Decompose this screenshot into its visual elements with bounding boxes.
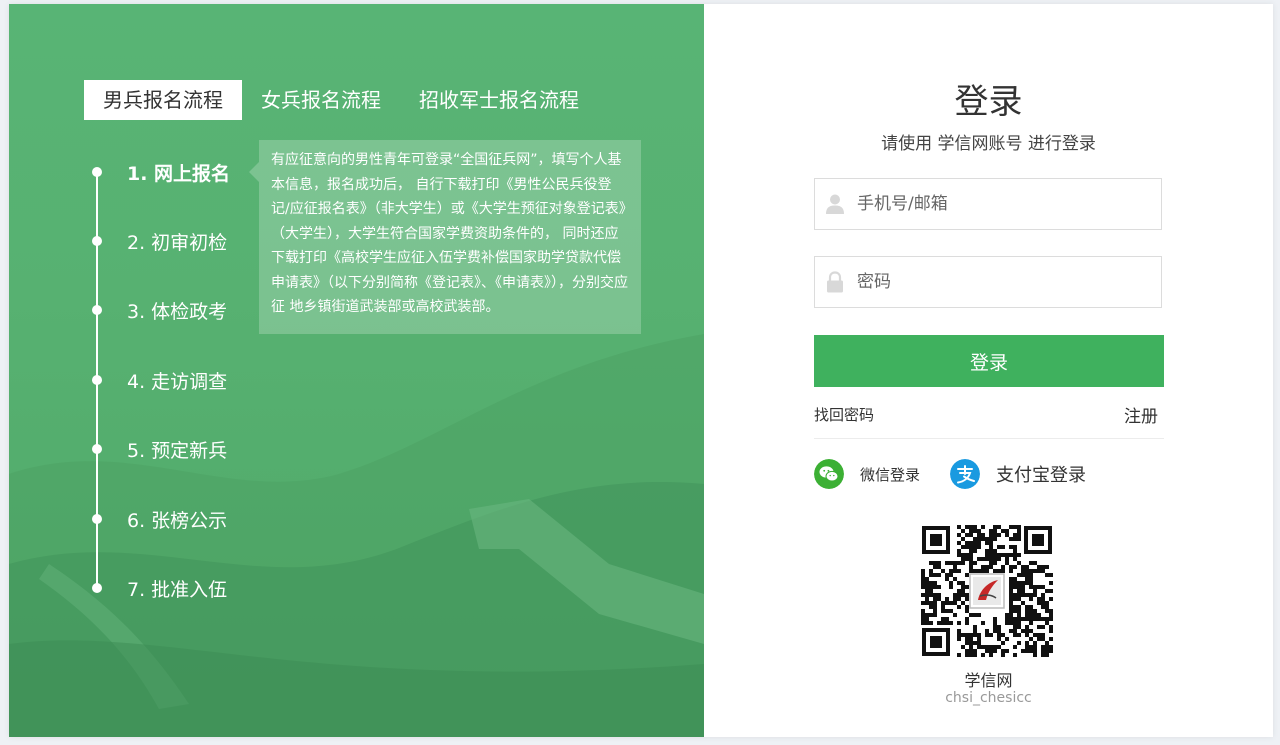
step-dot <box>92 444 102 454</box>
step-dot <box>92 514 102 524</box>
qr-account-name: 学信网 <box>964 671 1013 690</box>
step-label: 6. 张榜公示 <box>127 509 228 532</box>
login-subtitle: 请使用 学信网账号 进行登录 <box>881 134 1096 154</box>
wechat-login-button[interactable]: 微信登录 <box>814 459 920 489</box>
alipay-login-label: 支付宝登录 <box>996 465 1086 486</box>
step-label: 5. 预定新兵 <box>127 439 228 462</box>
qr-account-id: chsi_chesicc <box>945 690 1032 706</box>
step-description: 有应征意向的男性青年可登录“全国征兵网”，填写个人基本信息，报名成功后， 自行下… <box>249 140 641 334</box>
step-online-registration[interactable]: 1. 网上报名 <box>91 157 230 187</box>
alipay-icon <box>950 459 980 489</box>
step-dot <box>92 236 102 246</box>
wechat-login-label: 微信登录 <box>860 465 921 484</box>
username-input[interactable] <box>855 193 1149 215</box>
step-dot <box>92 167 102 177</box>
step-visit-investigation[interactable]: 4. 走访调查 <box>91 365 227 395</box>
password-input[interactable] <box>855 271 1149 293</box>
step-label: 4. 走访调查 <box>127 370 228 393</box>
step-public-notice[interactable]: 6. 张榜公示 <box>91 504 227 534</box>
enrollment-process-panel: 男兵报名流程 女兵报名流程 招收军士报名流程 1. 网上报名 2. 初审初检 3… <box>9 4 704 737</box>
divider <box>814 438 1164 439</box>
login-button[interactable]: 登录 <box>814 335 1164 387</box>
tab-sergeant-process[interactable]: 招收军士报名流程 <box>400 80 598 120</box>
register-link[interactable]: 注册 <box>1124 402 1158 427</box>
tab-female-process[interactable]: 女兵报名流程 <box>242 80 400 120</box>
user-icon <box>826 194 844 214</box>
tab-male-process[interactable]: 男兵报名流程 <box>84 80 242 120</box>
lock-icon <box>827 271 843 293</box>
login-card: 男兵报名流程 女兵报名流程 招收军士报名流程 1. 网上报名 2. 初审初检 3… <box>9 4 1273 737</box>
step-label: 7. 批准入伍 <box>127 578 228 601</box>
login-title: 登录 <box>954 82 1023 122</box>
username-field[interactable] <box>814 178 1162 230</box>
wechat-icon <box>814 459 844 489</box>
forgot-password-link[interactable]: 找回密码 <box>814 404 874 425</box>
password-field[interactable] <box>814 256 1162 308</box>
qr-code <box>920 524 1054 658</box>
step-label: 3. 体检政考 <box>127 300 228 323</box>
step-label: 2. 初审初检 <box>127 231 228 254</box>
step-preselect-recruits[interactable]: 5. 预定新兵 <box>91 434 227 464</box>
step-dot <box>92 305 102 315</box>
step-preliminary-review[interactable]: 2. 初审初检 <box>91 226 227 256</box>
alipay-login-button[interactable]: 支付宝登录 <box>950 459 1086 489</box>
step-dot <box>92 375 102 385</box>
step-physical-exam[interactable]: 3. 体检政考 <box>91 295 227 325</box>
login-panel: 登录 请使用 学信网账号 进行登录 登录 找回密码 注册 <box>704 4 1273 737</box>
step-enlistment-approval[interactable]: 7. 批准入伍 <box>91 573 227 603</box>
process-tabs: 男兵报名流程 女兵报名流程 招收军士报名流程 <box>84 80 598 120</box>
step-dot <box>92 583 102 593</box>
step-label: 1. 网上报名 <box>127 162 231 185</box>
